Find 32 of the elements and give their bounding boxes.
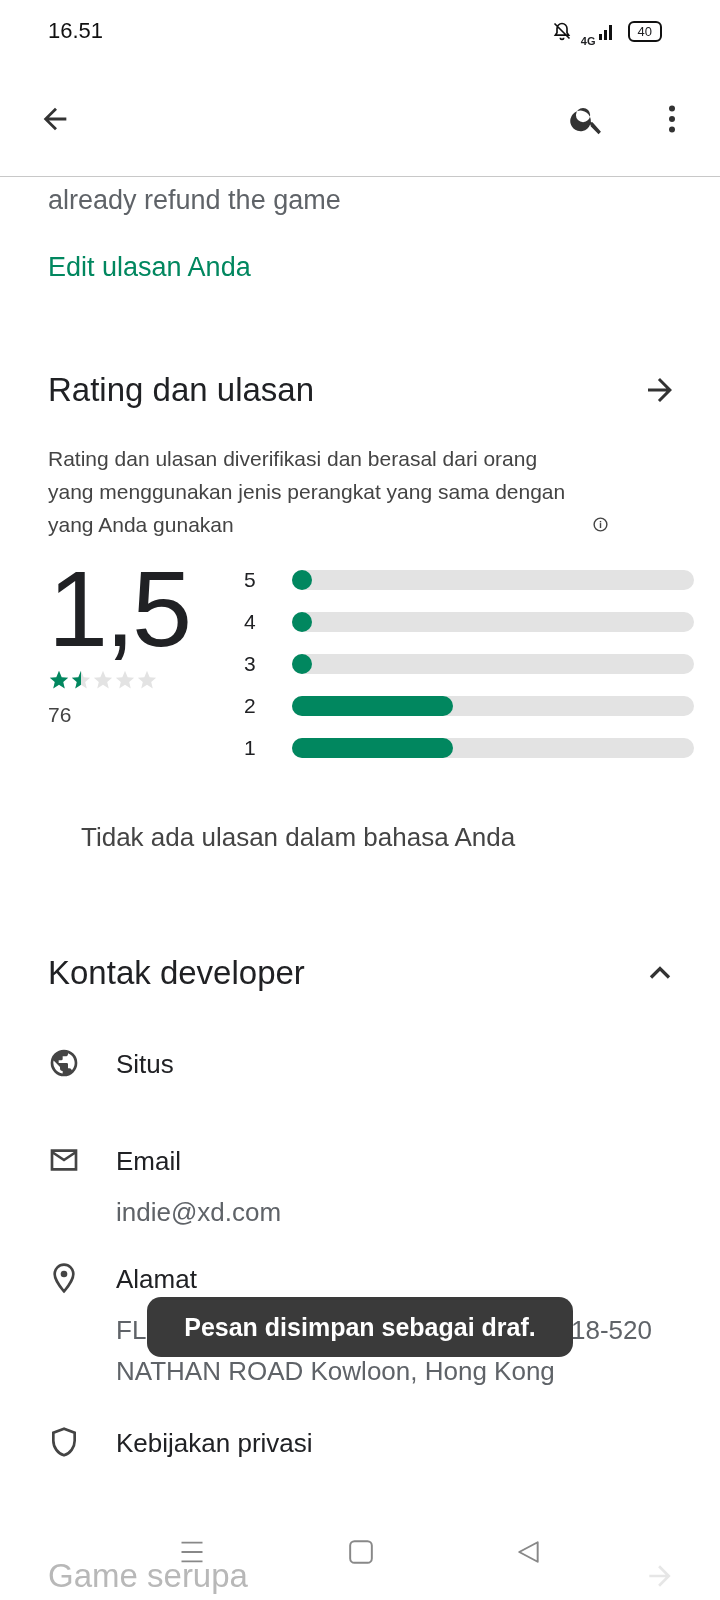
battery-level: 40: [627, 20, 662, 42]
contact-title[interactable]: Kebijakan privasi: [116, 1426, 313, 1460]
contact-detail: NATHAN ROAD Kowloon, Hong Kong: [116, 1356, 555, 1386]
edit-review-link[interactable]: Edit ulasan Anda: [48, 250, 251, 284]
globe-icon: [48, 1047, 80, 1079]
star-level-label: 1: [244, 735, 257, 760]
status-time: 16.51: [48, 18, 104, 44]
star-level-label: 5: [244, 567, 257, 592]
contact-title[interactable]: Email: [116, 1144, 181, 1178]
back-triangle-icon[interactable]: [516, 1539, 542, 1565]
contact-detail: FL: [116, 1314, 147, 1347]
section-title: Rating dan ulasan: [48, 370, 315, 410]
message-toast: Pesan disimpan sebagai draf.: [147, 1297, 573, 1357]
contact-title[interactable]: Alamat: [116, 1262, 197, 1296]
bell-off-icon: [551, 21, 572, 41]
review-count: 76: [48, 703, 73, 727]
rating-description: Rating dan ulasan diverifikasi dan berasal dari orang yang menggunakan jenis perangkat yang sama dengan yang Anda gunakan: [48, 446, 567, 538]
no-reviews-note: Tidak ada ulasan dalam bahasa Anda: [81, 822, 517, 853]
contact-detail: 18-520: [571, 1314, 652, 1347]
network-type: 4G: [580, 35, 596, 47]
section-title: Kontak developer: [48, 953, 305, 993]
star-level-label: 4: [244, 609, 257, 634]
rating-score: 1,5: [48, 553, 191, 665]
star-level-label: 2: [244, 693, 257, 718]
home-square-icon[interactable]: [348, 1539, 374, 1565]
contact-detail: indie@xd.com: [116, 1197, 282, 1227]
review-text: already refund the game: [48, 184, 342, 217]
info-icon[interactable]: [592, 516, 609, 533]
section-title: Game serupa: [48, 1560, 248, 1592]
signal-icon: [598, 22, 615, 40]
star-level-label: 3: [244, 651, 257, 676]
contact-title[interactable]: Situs: [116, 1047, 174, 1081]
